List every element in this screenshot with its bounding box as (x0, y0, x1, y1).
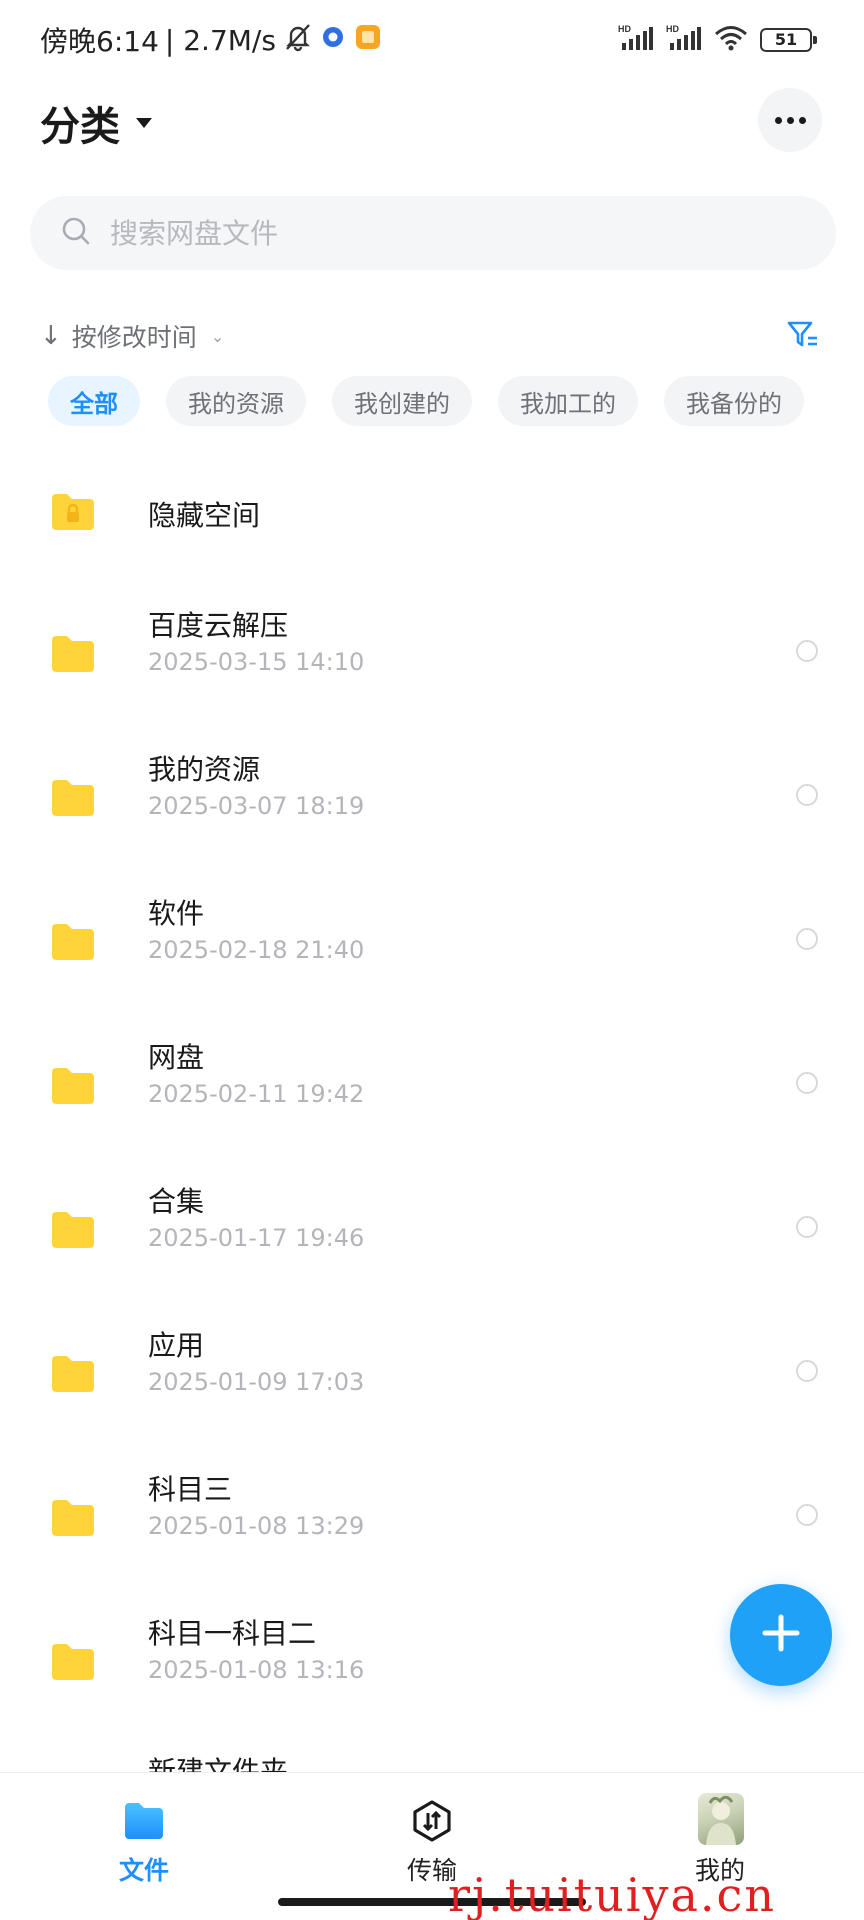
file-name: 应用 (148, 1329, 205, 1362)
gallery-notification-icon (354, 23, 382, 58)
nav-label: 文件 (118, 1856, 169, 1885)
file-date: 2025-01-09 17:03 (148, 1368, 365, 1396)
select-radio[interactable] (796, 1504, 818, 1526)
folder-icon (50, 922, 96, 962)
chip-my-resources[interactable]: 我的资源 (166, 376, 306, 426)
file-name: 隐藏空间 (148, 499, 261, 532)
file-date: 2025-01-08 13:16 (148, 1656, 365, 1684)
more-button[interactable] (758, 88, 822, 152)
list-item[interactable]: 合集 2025-01-17 19:46 (0, 1166, 864, 1306)
status-left: 傍晚6:14 | 2.7M/s (40, 22, 382, 58)
select-radio[interactable] (796, 1360, 818, 1382)
sort-selector[interactable]: ↓ 按修改时间 ⌄ (40, 316, 224, 356)
list-item[interactable]: 应用 2025-01-09 17:03 (0, 1310, 864, 1450)
file-name: 科目三 (148, 1473, 233, 1506)
wifi-icon (714, 24, 748, 56)
folder-icon (50, 1498, 96, 1538)
search-bar[interactable] (30, 196, 836, 270)
signal-hd-label: HD (666, 24, 679, 34)
file-date: 2025-03-07 18:19 (148, 792, 365, 820)
status-bar: 傍晚6:14 | 2.7M/s HD HD 51 (0, 0, 864, 80)
signal-hd-label: HD (618, 24, 631, 34)
list-item[interactable]: 百度云解压 2025-03-15 14:10 (0, 590, 864, 730)
chip-backed-up-by-me[interactable]: 我备份的 (664, 376, 804, 426)
more-dots-icon (774, 116, 782, 124)
list-item[interactable]: 科目三 2025-01-08 13:29 (0, 1454, 864, 1594)
folder-icon (50, 1354, 96, 1394)
list-item[interactable]: 软件 2025-02-18 21:40 (0, 878, 864, 1018)
plus-icon (759, 1611, 803, 1659)
file-name: 网盘 (148, 1041, 205, 1074)
select-radio[interactable] (796, 784, 818, 806)
chip-processed-by-me[interactable]: 我加工的 (498, 376, 638, 426)
mute-bell-icon (284, 22, 312, 59)
add-button[interactable] (730, 1584, 832, 1686)
category-chips: 全部 我的资源 我创建的 我加工的 我备份的 (48, 376, 804, 426)
nav-files[interactable]: 文件 (74, 1793, 214, 1893)
signal-icon: HD (618, 23, 654, 57)
signal-icon: HD (666, 23, 702, 57)
chevron-down-icon: ⌄ (210, 326, 225, 346)
caret-down-icon (136, 118, 152, 128)
file-date: 2025-01-08 13:29 (148, 1512, 365, 1540)
page-title: 分类 (40, 104, 120, 150)
folder-icon (50, 1066, 96, 1106)
sort-arrow-icon: ↓ (40, 321, 62, 351)
transfer-icon (410, 1799, 454, 1843)
file-name: 我的资源 (148, 753, 261, 786)
file-name: 新建文件夹 (148, 1755, 289, 1772)
folder-icon (50, 778, 96, 818)
folder-icon (50, 634, 96, 674)
select-radio[interactable] (796, 640, 818, 662)
sort-label: 按修改时间 (71, 323, 197, 352)
folder-icon (122, 1799, 166, 1843)
file-name: 合集 (148, 1185, 205, 1218)
file-name: 科目一科目二 (148, 1617, 317, 1650)
file-date: 2025-02-11 19:42 (148, 1080, 365, 1108)
file-date: 2025-03-15 14:10 (148, 648, 365, 676)
list-item[interactable]: 网盘 2025-02-11 19:42 (0, 1022, 864, 1162)
battery-icon: 51 (760, 28, 817, 52)
file-name: 百度云解压 (148, 609, 289, 642)
file-name: 软件 (148, 897, 205, 930)
header: 分类 (0, 80, 864, 200)
folder-icon (50, 1210, 96, 1250)
list-item[interactable]: 我的资源 2025-03-07 18:19 (0, 734, 864, 874)
filter-icon[interactable] (786, 318, 820, 352)
avatar (698, 1793, 744, 1845)
watermark: rj.tuituiya.cn (448, 1868, 776, 1920)
select-radio[interactable] (796, 928, 818, 950)
chip-all[interactable]: 全部 (48, 376, 140, 426)
file-date: 2025-02-18 21:40 (148, 936, 365, 964)
search-icon (60, 215, 92, 251)
status-right: HD HD 51 (618, 22, 817, 58)
app-notification-icon (320, 24, 346, 57)
select-radio[interactable] (796, 1072, 818, 1094)
folder-icon (50, 1642, 96, 1682)
chip-created-by-me[interactable]: 我创建的 (332, 376, 472, 426)
select-radio[interactable] (796, 1216, 818, 1238)
list-item[interactable]: 新建文件夹 (0, 1740, 864, 1772)
file-date: 2025-01-17 19:46 (148, 1224, 365, 1252)
status-time: 傍晚6:14 (40, 25, 159, 58)
locked-folder-icon (50, 492, 96, 532)
status-speed: | 2.7M/s (164, 23, 276, 57)
list-item[interactable]: 隐藏空间 (0, 450, 864, 590)
search-input[interactable] (110, 216, 790, 250)
category-dropdown[interactable]: 分类 (40, 94, 152, 152)
